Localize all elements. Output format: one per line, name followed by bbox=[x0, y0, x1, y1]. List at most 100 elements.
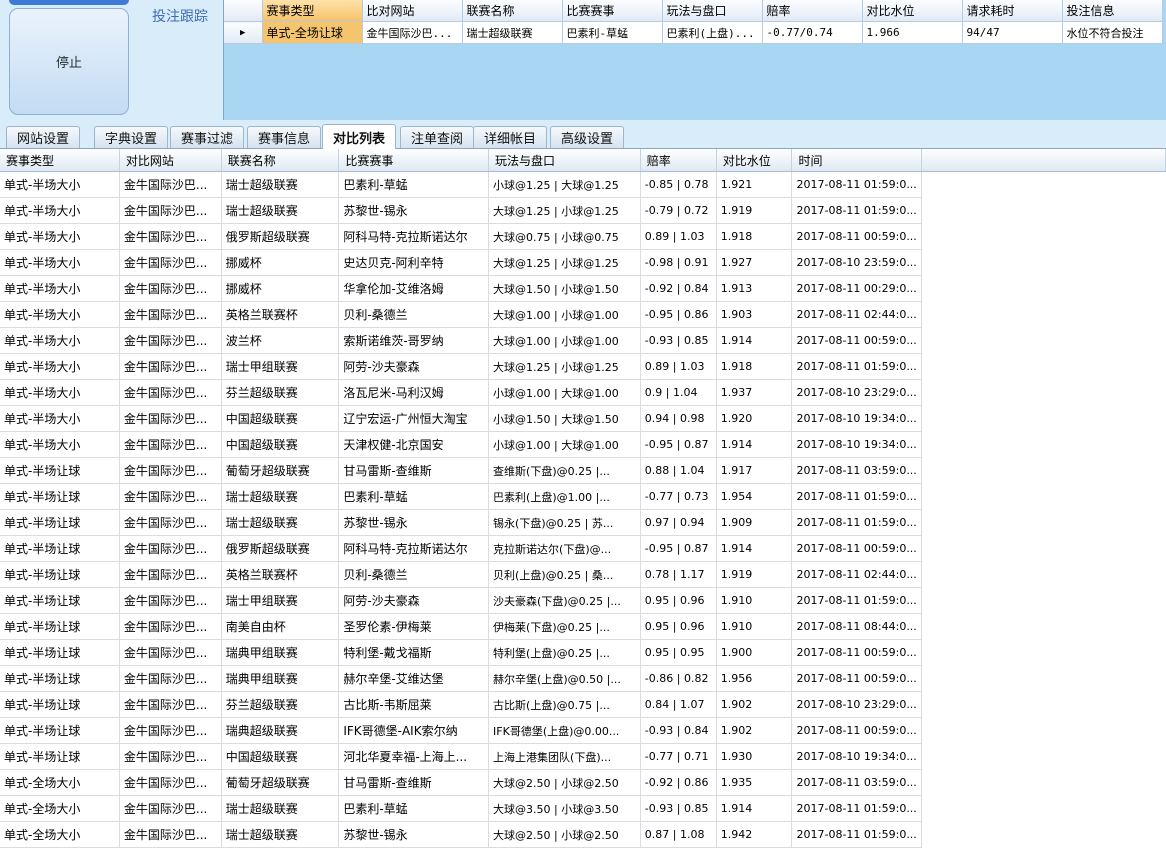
table-cell[interactable]: 0.95 | 0.96 bbox=[640, 613, 717, 640]
table-cell[interactable]: 1.910 bbox=[716, 587, 793, 614]
table-cell[interactable]: 单式-半场大小 bbox=[0, 197, 120, 224]
table-cell[interactable]: 单式-半场让球 bbox=[0, 639, 120, 666]
table-cell[interactable]: 2017-08-10 23:59:0... bbox=[791, 249, 922, 276]
table-cell[interactable]: 2017-08-10 23:29:0... bbox=[791, 379, 922, 406]
table-cell[interactable]: 金牛国际沙巴... bbox=[119, 249, 222, 276]
table-row[interactable]: 单式-半场让球 金牛国际沙巴... 瑞典甲组联赛 特利堡-戴戈福斯 特利堡(上盘)@0.… bbox=[0, 639, 1166, 666]
table-cell[interactable]: 甘马雷斯-查维斯 bbox=[338, 457, 490, 484]
table-cell[interactable]: 瑞士超级联赛 bbox=[221, 509, 340, 536]
table-cell[interactable]: 2017-08-11 00:59:0... bbox=[791, 223, 922, 250]
table-cell[interactable]: 大球@1.50 | 小球@1.50 bbox=[488, 275, 641, 302]
table-cell[interactable]: 阿劳-沙夫豪森 bbox=[338, 353, 490, 380]
row-header[interactable]: ▶ bbox=[224, 21, 263, 44]
table-cell[interactable]: 特利堡-戴戈福斯 bbox=[338, 639, 490, 666]
table-cell[interactable]: 苏黎世-锡永 bbox=[338, 197, 490, 224]
table-cell[interactable]: 1.956 bbox=[716, 665, 793, 692]
table-row[interactable]: 单式-半场大小 金牛国际沙巴... 波兰杯 索斯诺维茨-哥罗纳 大球@1.00 | 小球… bbox=[0, 327, 1166, 354]
tab-compare-list[interactable]: 对比列表 bbox=[322, 124, 397, 149]
table-cell[interactable]: 中国超级联赛 bbox=[221, 431, 340, 458]
table-cell[interactable]: -0.77 | 0.71 bbox=[640, 743, 717, 770]
table-cell[interactable]: 赫尔辛堡(上盘)@0.50 |... bbox=[488, 665, 641, 692]
table-cell[interactable]: -0.95 | 0.87 bbox=[640, 535, 717, 562]
table-cell[interactable]: 史达贝克-阿利辛特 bbox=[338, 249, 490, 276]
table-cell[interactable]: -0.93 | 0.85 bbox=[640, 327, 717, 354]
table-cell[interactable]: 芬兰超级联赛 bbox=[221, 691, 340, 718]
table-cell[interactable]: 1.900 bbox=[716, 639, 793, 666]
table-cell[interactable]: 1.903 bbox=[716, 301, 793, 328]
table-cell[interactable]: 单式-半场大小 bbox=[0, 171, 120, 198]
table-cell[interactable]: 1.930 bbox=[716, 743, 793, 770]
table-row[interactable]: 单式-半场让球 金牛国际沙巴... 俄罗斯超级联赛 阿科马特-克拉斯诺达尔 克拉斯诺达尔… bbox=[0, 535, 1166, 562]
table-cell[interactable]: 单式-半场让球 bbox=[0, 717, 120, 744]
table-cell[interactable]: 0.87 | 1.08 bbox=[640, 821, 717, 848]
table-cell[interactable]: 单式-半场让球 bbox=[0, 483, 120, 510]
table-cell[interactable]: 锡永(下盘)@0.25 | 苏... bbox=[488, 509, 641, 536]
table-row[interactable]: 单式-半场让球 金牛国际沙巴... 英格兰联赛杯 贝利-桑德兰 贝利(上盘)@0.25 … bbox=[0, 561, 1166, 588]
table-cell[interactable]: 金牛国际沙巴... bbox=[119, 457, 222, 484]
table-row[interactable]: 单式-半场大小 金牛国际沙巴... 瑞士超级联赛 苏黎世-锡永 大球@1.25 | 小球… bbox=[0, 197, 1166, 224]
bet-track-cell[interactable]: 1.966 bbox=[862, 21, 963, 44]
table-cell[interactable]: 单式-半场让球 bbox=[0, 691, 120, 718]
table-cell[interactable]: 2017-08-11 02:44:0... bbox=[791, 561, 922, 588]
stop-button[interactable]: 停止 bbox=[9, 8, 129, 115]
table-cell[interactable]: IFK哥德堡(上盘)@0.00... bbox=[488, 717, 641, 744]
table-cell[interactable]: 2017-08-10 19:34:0... bbox=[791, 431, 922, 458]
table-cell[interactable]: 查维斯(下盘)@0.25 |... bbox=[488, 457, 641, 484]
table-cell[interactable]: 1.954 bbox=[716, 483, 793, 510]
bet-track-cell[interactable]: 水位不符合投注 bbox=[1062, 21, 1163, 44]
bet-track-header-cell[interactable]: 赔率 bbox=[762, 0, 863, 22]
table-cell[interactable]: 金牛国际沙巴... bbox=[119, 795, 222, 822]
table-cell[interactable]: 金牛国际沙巴... bbox=[119, 509, 222, 536]
bet-track-header-cell[interactable]: 对比水位 bbox=[862, 0, 963, 22]
compare-header-cell[interactable]: 联赛名称 bbox=[221, 149, 340, 172]
table-cell[interactable]: 2017-08-11 01:59:0... bbox=[791, 509, 922, 536]
table-cell[interactable]: 金牛国际沙巴... bbox=[119, 483, 222, 510]
table-cell[interactable]: 大球@3.50 | 小球@3.50 bbox=[488, 795, 641, 822]
compare-header-cell[interactable]: 赔率 bbox=[640, 149, 717, 172]
table-cell[interactable]: 圣罗伦素-伊梅莱 bbox=[338, 613, 490, 640]
table-cell[interactable]: -0.86 | 0.82 bbox=[640, 665, 717, 692]
table-cell[interactable]: 2017-08-11 01:59:0... bbox=[791, 587, 922, 614]
bet-track-cell[interactable]: 单式-全场让球 bbox=[262, 21, 363, 44]
table-cell[interactable]: 贝利(上盘)@0.25 | 桑... bbox=[488, 561, 641, 588]
table-cell[interactable]: 1.942 bbox=[716, 821, 793, 848]
table-cell[interactable]: 1.918 bbox=[716, 353, 793, 380]
table-cell[interactable]: 1.918 bbox=[716, 223, 793, 250]
table-cell[interactable]: 单式-半场大小 bbox=[0, 379, 120, 406]
table-cell[interactable]: 阿科马特-克拉斯诺达尔 bbox=[338, 535, 490, 562]
table-cell[interactable]: 金牛国际沙巴... bbox=[119, 535, 222, 562]
table-cell[interactable]: 英格兰联赛杯 bbox=[221, 561, 340, 588]
row-header-corner[interactable] bbox=[224, 0, 263, 22]
table-cell[interactable]: -0.85 | 0.78 bbox=[640, 171, 717, 198]
table-cell[interactable]: 英格兰联赛杯 bbox=[221, 301, 340, 328]
table-cell[interactable]: 华拿伦加-艾维洛姆 bbox=[338, 275, 490, 302]
table-cell[interactable]: -0.92 | 0.84 bbox=[640, 275, 717, 302]
table-cell[interactable]: 1.937 bbox=[716, 379, 793, 406]
table-cell[interactable]: 天津权健-北京国安 bbox=[338, 431, 490, 458]
table-cell[interactable]: 巴素利(上盘)@1.00 |... bbox=[488, 483, 641, 510]
table-cell[interactable]: 贝利-桑德兰 bbox=[338, 301, 490, 328]
table-row[interactable]: 单式-半场大小 金牛国际沙巴... 中国超级联赛 天津权健-北京国安 小球@1.00 |… bbox=[0, 431, 1166, 458]
table-cell[interactable]: 金牛国际沙巴... bbox=[119, 223, 222, 250]
table-cell[interactable]: 瑞典甲组联赛 bbox=[221, 665, 340, 692]
table-cell[interactable]: 2017-08-11 00:29:0... bbox=[791, 275, 922, 302]
table-cell[interactable]: -0.79 | 0.72 bbox=[640, 197, 717, 224]
bet-track-header-cell[interactable]: 联赛名称 bbox=[462, 0, 563, 22]
table-cell[interactable]: 瑞士超级联赛 bbox=[221, 795, 340, 822]
table-cell[interactable]: 挪威杯 bbox=[221, 249, 340, 276]
bet-track-cell[interactable]: 巴素利-草蜢 bbox=[562, 21, 663, 44]
table-cell[interactable]: 波兰杯 bbox=[221, 327, 340, 354]
compare-header-cell[interactable]: 比赛赛事 bbox=[338, 149, 490, 172]
table-cell[interactable]: 金牛国际沙巴... bbox=[119, 769, 222, 796]
table-row[interactable]: 单式-半场大小 金牛国际沙巴... 芬兰超级联赛 洛瓦尼米-马利汉姆 小球@1.00 |… bbox=[0, 379, 1166, 406]
table-cell[interactable]: 单式-半场让球 bbox=[0, 587, 120, 614]
table-row[interactable]: 单式-半场大小 金牛国际沙巴... 挪威杯 华拿伦加-艾维洛姆 大球@1.50 | 小球… bbox=[0, 275, 1166, 302]
table-cell[interactable]: 中国超级联赛 bbox=[221, 405, 340, 432]
table-cell[interactable]: 2017-08-11 00:59:0... bbox=[791, 665, 922, 692]
table-cell[interactable]: 金牛国际沙巴... bbox=[119, 665, 222, 692]
table-cell[interactable]: 2017-08-10 19:34:0... bbox=[791, 405, 922, 432]
table-cell[interactable]: 2017-08-11 00:59:0... bbox=[791, 535, 922, 562]
table-cell[interactable]: 阿劳-沙夫豪森 bbox=[338, 587, 490, 614]
table-cell[interactable]: 古比斯-韦斯屈莱 bbox=[338, 691, 490, 718]
table-cell[interactable]: 0.84 | 1.07 bbox=[640, 691, 717, 718]
